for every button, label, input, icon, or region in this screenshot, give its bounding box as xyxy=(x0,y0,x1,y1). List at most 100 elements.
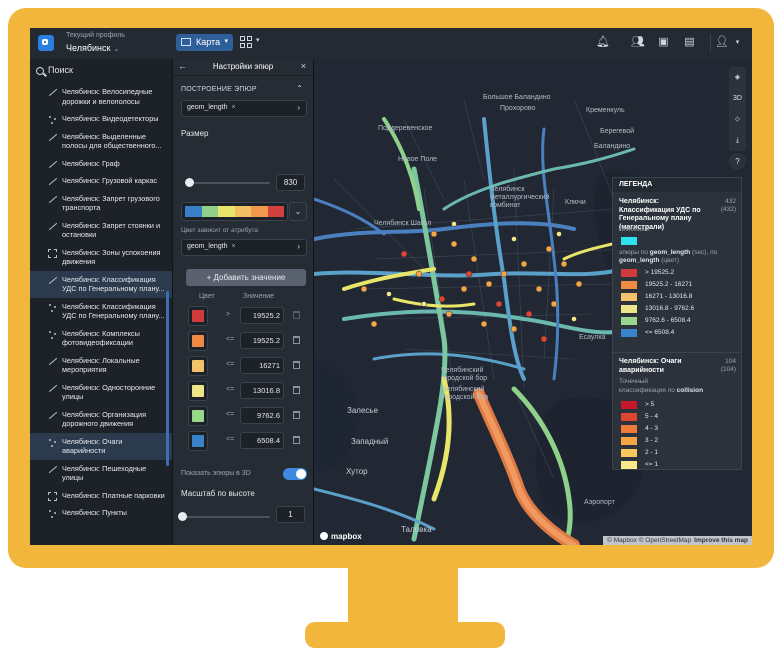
sidebar-layer-item[interactable]: Челябинск: Очаги аварийности xyxy=(30,432,172,460)
color-ramp-segment xyxy=(218,206,235,217)
color-swatch-button[interactable] xyxy=(188,331,208,351)
sidebar-layer-item[interactable]: Челябинск: Классификация УДС по Генераль… xyxy=(30,298,172,325)
color-ramp-select[interactable] xyxy=(181,202,288,221)
sidebar-layer-item[interactable]: Челябинск: Грузовой каркас xyxy=(30,172,172,190)
map-icon xyxy=(181,38,191,46)
size-input[interactable]: 830 xyxy=(276,174,305,191)
sidebar-layer-item[interactable]: Челябинск: Запрет стоянки и остановки xyxy=(30,217,172,244)
apps-grid-icon[interactable] xyxy=(240,36,254,50)
attribution-text[interactable]: © Mapbox © OpenStreetMap xyxy=(607,537,691,544)
chevron-up-icon[interactable]: ⌃ xyxy=(296,84,303,93)
height-scale-input[interactable]: 1 xyxy=(276,506,305,523)
trash-icon[interactable] xyxy=(293,311,300,319)
size-slider[interactable] xyxy=(185,182,270,184)
sidebar-layer-item[interactable]: Челябинск: Зоны успокоения движения xyxy=(30,244,172,271)
add-value-button[interactable]: + Добавить значение xyxy=(186,269,306,286)
toggle-3d-button[interactable]: 3D xyxy=(729,88,746,109)
sidebar-layer-label: Челябинск: Платные парковки xyxy=(62,490,165,500)
user-avatar-icon[interactable]: 👤︎ xyxy=(715,36,729,49)
color-swatch-button[interactable] xyxy=(188,306,208,326)
app-window: Текущий профиль Челябинск ⌄ Карта ▾ ▾ 🔔︎ … xyxy=(30,28,752,545)
color-swatch-button[interactable] xyxy=(188,431,208,451)
users-icon[interactable]: 👥︎ xyxy=(631,36,645,49)
show-3d-label: Показать эпюры в 3D xyxy=(181,470,251,477)
threshold-input[interactable]: 9762.6 xyxy=(240,407,284,424)
sidebar-layer-item[interactable]: Челябинск: Локальные мероприятия xyxy=(30,352,172,379)
legend-item-label: 9762.6 - 6508.4 xyxy=(645,317,691,324)
height-scale-slider[interactable] xyxy=(182,516,270,518)
trash-icon[interactable] xyxy=(293,411,300,419)
profile-name: Челябинск xyxy=(66,43,111,53)
remove-chip-icon[interactable]: × xyxy=(231,104,235,111)
search-input[interactable]: Поиск xyxy=(48,65,73,75)
legend-swatch xyxy=(621,413,637,421)
chevron-down-icon[interactable]: ▾ xyxy=(256,36,260,44)
trash-icon[interactable] xyxy=(293,386,300,394)
threshold-input[interactable]: 19525.2 xyxy=(240,307,284,324)
profile-selector[interactable]: Челябинск ⌄ xyxy=(66,43,119,53)
sidebar-layer-item[interactable]: Челябинск: Односторонние улицы xyxy=(30,379,172,406)
bell-icon[interactable]: 🔔︎ xyxy=(596,36,610,49)
sidebar-layer-item[interactable]: Челябинск: Граф xyxy=(30,155,172,173)
sidebar-layer-item[interactable]: Челябинск: Видеодетекторы xyxy=(30,110,172,128)
threshold-input[interactable]: 6508.4 xyxy=(240,432,284,449)
color-swatch-button[interactable] xyxy=(188,381,208,401)
sidebar-layer-label: Челябинск: Очаги аварийности xyxy=(62,436,123,456)
legend-item-label: > 19525.2 xyxy=(645,269,675,276)
close-icon[interactable]: × xyxy=(301,61,306,71)
top-bar: Текущий профиль Челябинск ⌄ Карта ▾ ▾ 🔔︎ … xyxy=(30,28,752,60)
compass-icon[interactable]: ⬦ xyxy=(729,109,746,130)
legend-layer-count: 432 (432) xyxy=(721,198,736,214)
sidebar-layer-item[interactable]: Челябинск: Организация дорожного движени… xyxy=(30,406,172,433)
trash-icon[interactable] xyxy=(293,361,300,369)
sidebar-layer-item[interactable]: Челябинск: Запрет грузового транспорта xyxy=(30,190,172,217)
sidebar-layer-label: Челябинск: Выделенные полосы для обществ… xyxy=(62,131,162,151)
archive-icon[interactable]: ▣ xyxy=(657,36,670,49)
chevron-down-icon[interactable]: ▾ xyxy=(731,36,744,49)
map-label: Поддеревенское xyxy=(378,125,433,132)
legend-swatch xyxy=(621,329,637,337)
color-swatch xyxy=(192,410,204,422)
scrollbar[interactable] xyxy=(166,291,169,466)
threshold-input[interactable]: 19525.2 xyxy=(240,332,284,349)
sidebar-layer-item[interactable]: Челябинск: Комплексы фотовидеофиксации xyxy=(30,325,172,352)
clipboard-icon[interactable]: ▤ xyxy=(683,36,696,49)
download-icon[interactable]: ⤓ xyxy=(729,130,746,151)
color-attribute-chip-label: geom_length xyxy=(187,243,228,250)
line-layer-icon xyxy=(48,384,57,393)
size-slider-knob[interactable] xyxy=(185,178,195,187)
sidebar-layer-item[interactable]: Челябинск: Пешеходные улицы xyxy=(30,460,172,487)
sidebar-layer-item[interactable]: Челябинск: Выделенные полосы для обществ… xyxy=(30,128,172,155)
help-icon[interactable]: ? xyxy=(729,153,746,170)
show-3d-toggle[interactable] xyxy=(283,468,307,480)
sidebar-layer-item[interactable]: Челябинск: Пункты xyxy=(30,504,172,522)
sidebar-layer-label: Челябинск: Пешеходные улицы xyxy=(62,463,147,483)
color-ramp-segment xyxy=(185,206,202,217)
map-label: Челябинск металлургический комбинат xyxy=(490,186,550,209)
trash-icon[interactable] xyxy=(293,436,300,444)
color-swatch xyxy=(192,435,204,447)
map-view-button[interactable]: Карта ▾ xyxy=(176,34,233,51)
chevron-down-icon[interactable]: ⌄ xyxy=(289,202,307,221)
color-swatch-button[interactable] xyxy=(188,356,208,376)
threshold-input[interactable]: 16271 xyxy=(240,357,284,374)
epur-attribute-select[interactable]: geom_length × › xyxy=(181,100,307,117)
legend-layer-type: Линейный xyxy=(619,226,650,233)
sidebar-layer-item[interactable]: Челябинск: Классификация УДС по Генераль… xyxy=(30,270,172,298)
trash-icon[interactable] xyxy=(293,336,300,344)
map-attribution[interactable]: © Mapbox © OpenStreetMap Improve this map xyxy=(603,536,752,545)
legend-divider xyxy=(613,352,741,353)
improve-map-link[interactable]: Improve this map xyxy=(694,537,748,544)
sidebar-layer-item[interactable]: Челябинск: Велосипедные дорожки и велопо… xyxy=(30,83,172,110)
remove-chip-icon[interactable]: × xyxy=(231,243,235,250)
sidebar-layer-item[interactable]: Челябинск: Платные парковки xyxy=(30,487,172,505)
count-total: (104) xyxy=(720,366,736,373)
app-logo-icon[interactable] xyxy=(38,35,54,51)
value-row: <= 9762.6 xyxy=(188,406,306,426)
color-swatch xyxy=(192,335,204,347)
color-swatch-button[interactable] xyxy=(188,406,208,426)
color-attribute-select[interactable]: geom_length × › xyxy=(181,239,307,256)
threshold-input[interactable]: 13016.8 xyxy=(240,382,284,399)
layers-icon[interactable]: ◈ xyxy=(729,67,746,88)
height-scale-slider-knob[interactable] xyxy=(178,512,187,521)
